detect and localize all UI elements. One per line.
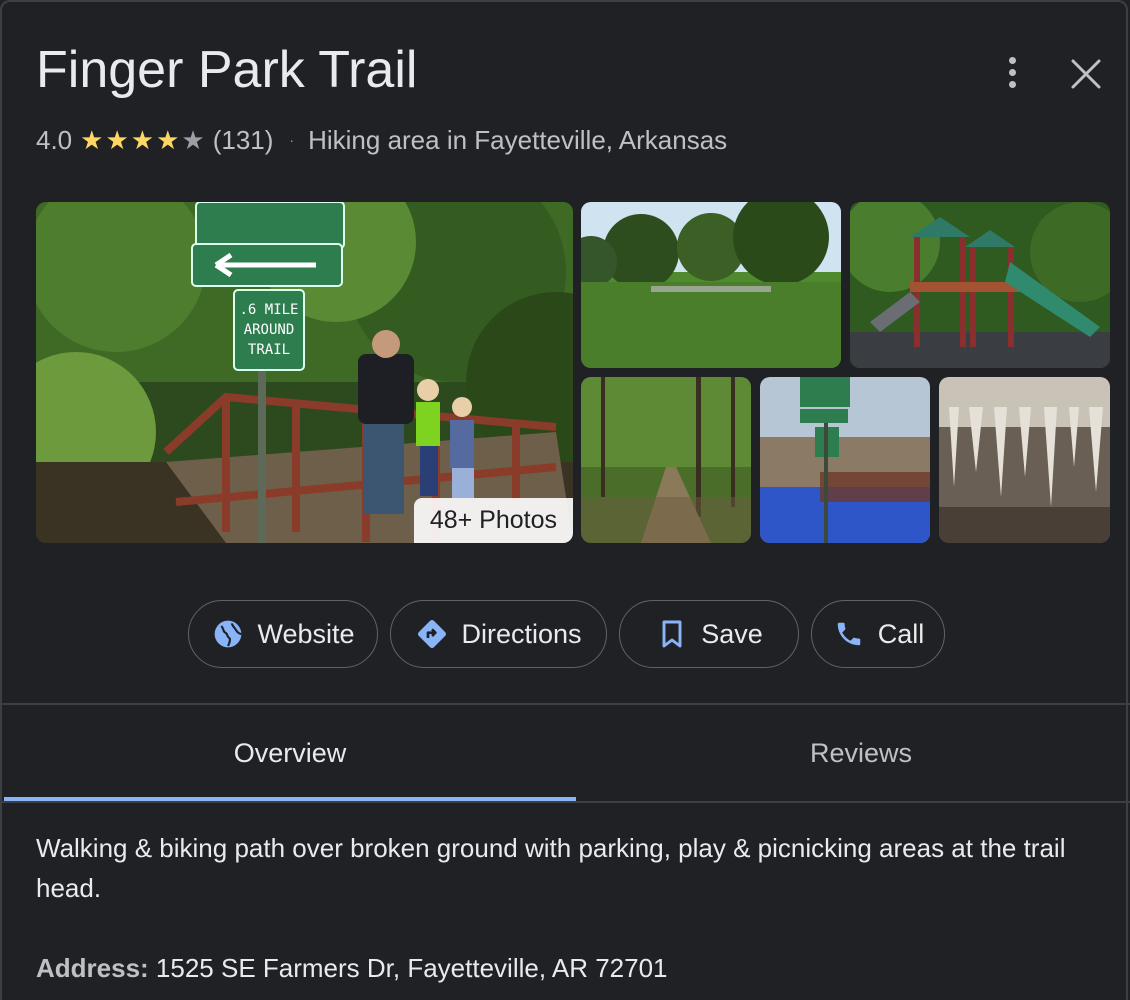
address-label: Address: bbox=[36, 953, 149, 983]
star-icon: ★ bbox=[130, 125, 155, 155]
photo-sign-bridge[interactable] bbox=[760, 377, 930, 543]
close-icon bbox=[1071, 59, 1101, 89]
photo-field[interactable] bbox=[581, 202, 841, 368]
more-options-button[interactable] bbox=[992, 50, 1032, 94]
website-button[interactable]: Website bbox=[188, 600, 378, 668]
tab-overview[interactable]: Overview bbox=[4, 705, 576, 801]
place-category: Hiking area in Fayetteville, Arkansas bbox=[308, 124, 728, 155]
star-icon: ★ bbox=[105, 125, 129, 155]
phone-icon bbox=[832, 617, 866, 651]
photo-rock-icicles[interactable] bbox=[939, 377, 1110, 543]
rating-stars: ★ ★ ★ ★ ★ bbox=[80, 127, 205, 153]
svg-text:AROUND: AROUND bbox=[244, 322, 295, 338]
save-button[interactable]: Save bbox=[619, 600, 799, 668]
place-panel: Finger Park Trail 4.0 ★ ★ ★ ★ ★ (131) · Hiki… bbox=[0, 0, 1130, 1000]
place-subtitle: 4.0 ★ ★ ★ ★ ★ (131) · Hiking area in Fayette… bbox=[36, 120, 727, 160]
rock-icicles-photo bbox=[939, 377, 1110, 543]
address-value[interactable]: 1525 SE Farmers Dr, Fayetteville, AR 727… bbox=[149, 953, 668, 983]
directions-button[interactable]: Directions bbox=[390, 600, 607, 668]
call-button[interactable]: Call bbox=[811, 600, 945, 668]
star-icon: ★ bbox=[80, 125, 104, 155]
tab-reviews[interactable]: Reviews bbox=[576, 705, 1130, 801]
save-label: Save bbox=[701, 618, 763, 649]
star-icon: ★ bbox=[181, 125, 205, 155]
globe-icon bbox=[211, 617, 245, 651]
photo-playground[interactable] bbox=[850, 202, 1110, 368]
bookmark-icon bbox=[655, 617, 689, 651]
photo-main[interactable]: .6 MILE AROUND TRAIL 48+ Photos bbox=[36, 202, 573, 543]
playground-photo bbox=[850, 202, 1110, 368]
directions-icon bbox=[415, 617, 449, 651]
field-photo bbox=[581, 202, 841, 368]
separator-dot: · bbox=[289, 132, 295, 148]
photos-count-badge[interactable]: 48+ Photos bbox=[413, 498, 573, 543]
place-description: Walking & biking path over broken ground… bbox=[36, 833, 1066, 903]
photo-woods-path[interactable] bbox=[581, 377, 751, 543]
close-button[interactable] bbox=[1064, 52, 1108, 96]
directions-label: Directions bbox=[461, 618, 582, 649]
action-bar: Website Directions Save Call bbox=[2, 600, 1130, 672]
website-label: Website bbox=[257, 618, 355, 649]
sign-bridge-photo bbox=[760, 377, 930, 543]
address-row: Address: 1525 SE Farmers Dr, Fayettevill… bbox=[36, 948, 668, 988]
more-vert-icon bbox=[1008, 56, 1016, 64]
divider bbox=[2, 801, 1130, 803]
woods-path-photo bbox=[581, 377, 751, 543]
trail-bridge-photo: .6 MILE AROUND TRAIL bbox=[36, 202, 573, 543]
svg-text:.6 MILE: .6 MILE bbox=[239, 302, 298, 318]
place-title: Finger Park Trail bbox=[36, 41, 418, 99]
review-count[interactable]: (131) bbox=[213, 125, 274, 156]
star-icon: ★ bbox=[156, 125, 180, 155]
rating-value: 4.0 bbox=[36, 124, 73, 155]
svg-text:TRAIL: TRAIL bbox=[248, 342, 290, 358]
call-label: Call bbox=[877, 618, 925, 649]
